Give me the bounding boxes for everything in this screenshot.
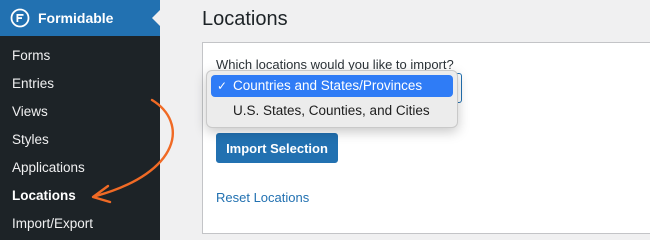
sidebar-item-applications[interactable]: Applications bbox=[0, 154, 160, 182]
sidebar-item-forms[interactable]: Forms bbox=[0, 42, 160, 70]
option-countries-states[interactable]: ✓ Countries and States/Provinces bbox=[211, 75, 453, 97]
reset-locations-link[interactable]: Reset Locations bbox=[216, 190, 309, 205]
sidebar-item-locations[interactable]: Locations bbox=[0, 182, 160, 210]
page-title: Locations bbox=[202, 8, 288, 30]
option-label: Countries and States/Provinces bbox=[233, 78, 423, 93]
option-us-states-counties-cities[interactable]: U.S. States, Counties, and Cities bbox=[211, 100, 453, 122]
sidebar-brand-item[interactable]: Formidable bbox=[0, 0, 160, 36]
admin-sidebar: Formidable Forms Entries Views Styles Ap… bbox=[0, 0, 160, 240]
checkmark-icon: ✓ bbox=[217, 79, 228, 93]
sidebar-submenu: Forms Entries Views Styles Applications … bbox=[0, 42, 160, 238]
sidebar-item-import-export[interactable]: Import/Export bbox=[0, 210, 160, 238]
option-label: U.S. States, Counties, and Cities bbox=[233, 103, 430, 118]
formidable-logo-icon bbox=[9, 7, 31, 29]
sidebar-brand-label: Formidable bbox=[38, 10, 114, 26]
sidebar-item-styles[interactable]: Styles bbox=[0, 126, 160, 154]
sidebar-item-views[interactable]: Views bbox=[0, 98, 160, 126]
import-selection-button[interactable]: Import Selection bbox=[216, 133, 338, 163]
current-menu-notch bbox=[152, 10, 160, 26]
locations-dropdown-menu: ✓ Countries and States/Provinces U.S. St… bbox=[206, 70, 458, 128]
sidebar-item-entries[interactable]: Entries bbox=[0, 70, 160, 98]
